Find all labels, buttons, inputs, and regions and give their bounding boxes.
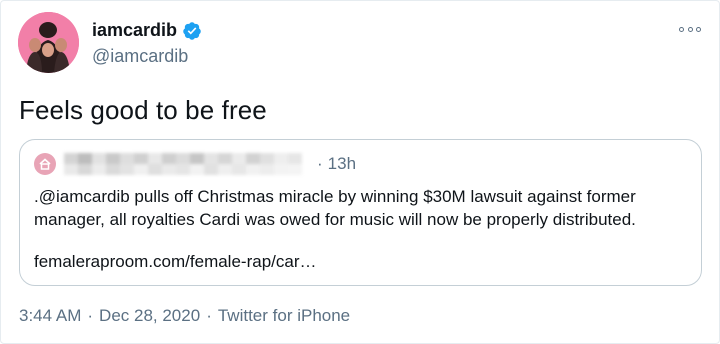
quote-text: .@iamcardib pulls off Christmas miracle … [34,187,636,229]
house-icon [34,153,56,175]
tweet-metadata: 3:44 AM · Dec 28, 2020 · Twitter for iPh… [19,306,350,326]
quote-link[interactable]: femaleraproom.com/female-rap/car… [34,252,316,272]
more-dot [679,26,684,32]
quote-header: · 13h [34,152,356,176]
meta-separator: · [87,306,94,325]
author-handle[interactable]: @iamcardib [92,46,188,67]
author-name[interactable]: iamcardib [92,20,177,41]
more-options-icon[interactable] [679,22,701,36]
tweet-text: Feels good to be free [19,95,267,125]
quote-timestamp[interactable]: 13h [328,154,356,174]
quoted-tweet-card[interactable]: · 13h .@iamcardib pulls off Christmas mi… [19,139,702,286]
more-dot [696,26,701,32]
tweet-card: iamcardib @iamcardib Feels good to be fr… [0,0,720,344]
tweet-source[interactable]: Twitter for iPhone [218,306,350,326]
meta-separator: · [206,306,212,325]
quote-time-separator: · [317,154,323,173]
tweet-time[interactable]: 3:44 AM [19,306,81,326]
more-dot [687,26,693,32]
author-name-row[interactable]: iamcardib [92,20,202,41]
tweet-date[interactable]: Dec 28, 2020 [99,306,200,326]
verified-badge-icon [182,21,202,41]
blurred-author-name [64,153,311,175]
author-avatar[interactable] [18,12,79,73]
